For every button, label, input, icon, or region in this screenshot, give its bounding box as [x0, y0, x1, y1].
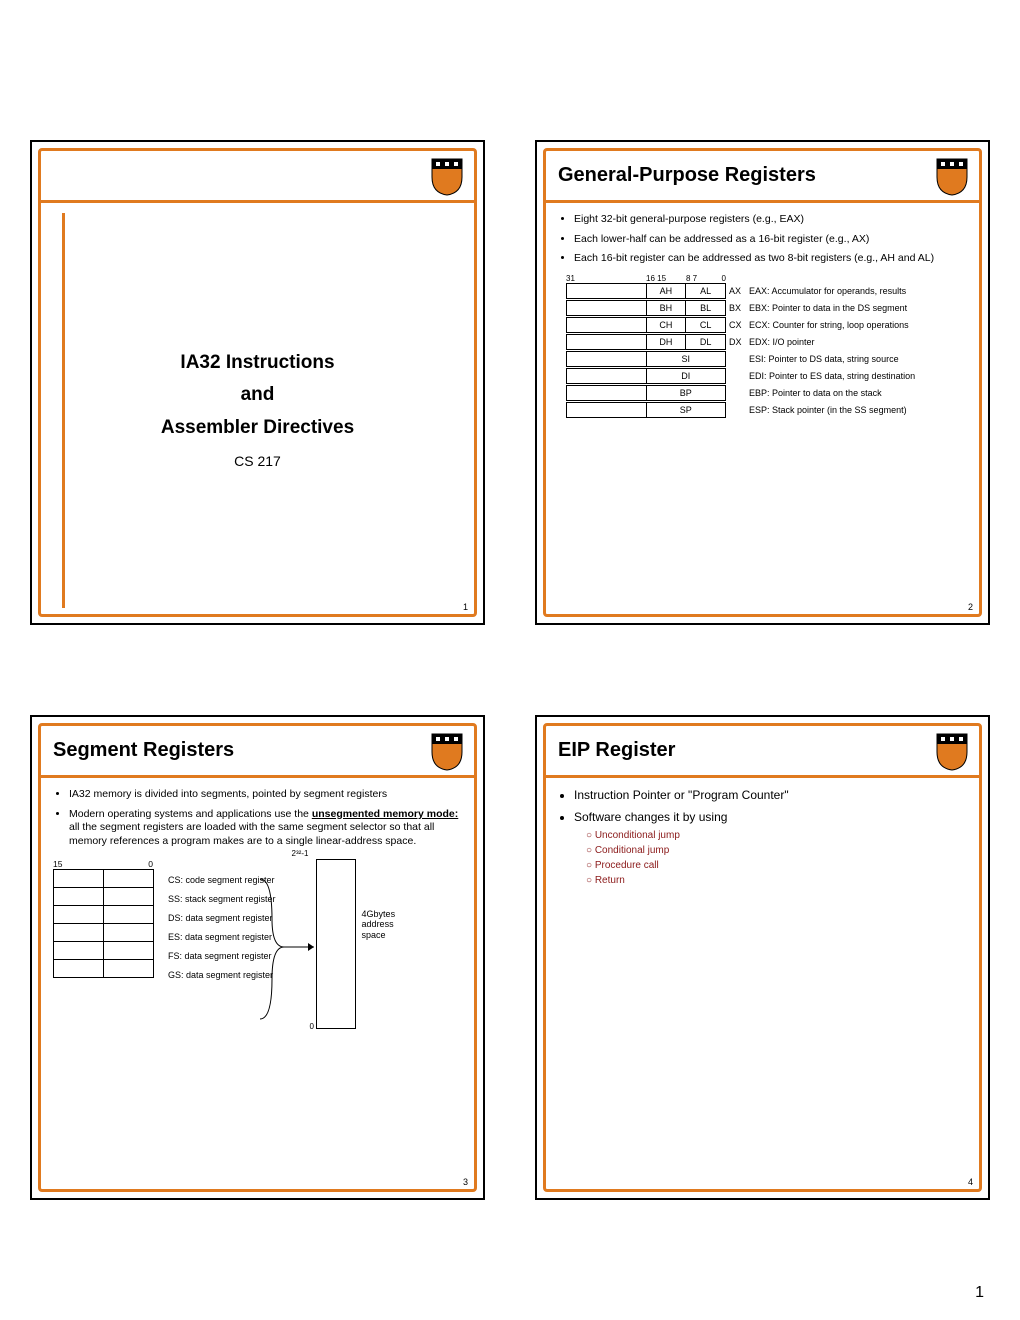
- reg-low: CL: [686, 318, 725, 332]
- seg-cell: [104, 959, 154, 977]
- sub-bullet: Procedure call: [586, 859, 967, 872]
- princeton-crest-icon: [935, 732, 969, 772]
- bullet: Eight 32-bit general-purpose registers (…: [574, 213, 967, 227]
- title-block: IA32 Instructions and Assembler Directiv…: [41, 203, 474, 614]
- bit-label: 0: [103, 859, 153, 869]
- seg-cell: [54, 887, 104, 905]
- reg-16: SP: [647, 403, 726, 417]
- title-line-1: IA32 Instructions: [180, 348, 334, 378]
- seg-cell: [54, 923, 104, 941]
- text: all the segment registers are loaded wit…: [69, 821, 434, 847]
- sub-bullet: Unconditional jump: [586, 829, 967, 842]
- seg-cell: [104, 869, 154, 887]
- segment-diagram: 15 0 CS: code segment registerSS: stack …: [53, 859, 462, 1029]
- reg-desc: EBP: Pointer to data on the stack: [749, 388, 882, 398]
- bit-label: 15: [53, 859, 103, 869]
- reg-high: AH: [647, 284, 687, 298]
- text: 4Gbytes: [362, 909, 396, 920]
- reg-low: BL: [686, 301, 725, 315]
- bullet: Instruction Pointer or "Program Counter": [574, 788, 967, 804]
- course-code: CS 217: [234, 453, 281, 469]
- page-number: 1: [975, 1284, 984, 1302]
- seg-cell: [54, 959, 104, 977]
- register-row: SI ESI: Pointer to DS data, string source: [558, 351, 967, 368]
- bullet: Each 16-bit register can be addressed as…: [574, 252, 967, 266]
- slide-number: 4: [968, 1177, 973, 1187]
- title-line-3: Assembler Directives: [161, 413, 354, 443]
- brace-icon: [258, 869, 318, 1029]
- register-row: BP EBP: Pointer to data on the stack: [558, 385, 967, 402]
- bit-label: 16 15: [646, 274, 686, 283]
- princeton-crest-icon: [430, 732, 464, 772]
- sub-bullet: Conditional jump: [586, 844, 967, 857]
- reg-desc: ECX: Counter for string, loop operations: [749, 320, 909, 330]
- reg-16name: BX: [729, 303, 745, 313]
- register-row: AHAL AX EAX: Accumulator for operands, res…: [558, 283, 967, 300]
- seg-cell: [104, 887, 154, 905]
- register-row: SP ESP: Stack pointer (in the SS segment): [558, 402, 967, 419]
- slide-number: 3: [463, 1177, 468, 1187]
- reg-desc: EBX: Pointer to data in the DS segment: [749, 303, 907, 313]
- reg-low: DL: [686, 335, 725, 349]
- seg-cell: [54, 905, 104, 923]
- reg-desc: ESI: Pointer to DS data, string source: [749, 354, 899, 364]
- slide-1: IA32 Instructions and Assembler Directiv…: [30, 140, 485, 625]
- register-row: DI EDI: Pointer to ES data, string destin…: [558, 368, 967, 385]
- seg-cell: [104, 941, 154, 959]
- seg-cell: [104, 905, 154, 923]
- reg-16: DI: [647, 369, 726, 383]
- text: address: [362, 919, 396, 930]
- seg-cell: [54, 941, 104, 959]
- text: Modern operating systems and application…: [69, 808, 312, 820]
- reg-16name: AX: [729, 286, 745, 296]
- princeton-crest-icon: [430, 157, 464, 197]
- address-space-box: [316, 859, 356, 1029]
- reg-desc: ESP: Stack pointer (in the SS segment): [749, 405, 907, 415]
- text: Software changes it by using: [574, 810, 727, 824]
- slide-2: General-Purpose Registers Eight 32-bit g…: [535, 140, 990, 625]
- sub-bullet: Return: [586, 874, 967, 887]
- addr-top-label: 2³²-1: [292, 849, 309, 858]
- register-row: BHBL BX EBX: Pointer to data in the DS seg…: [558, 300, 967, 317]
- slide-title: Segment Registers: [53, 739, 234, 762]
- slide-number: 1: [463, 602, 468, 612]
- reg-desc: EAX: Accumulator for operands, results: [749, 286, 906, 296]
- reg-desc: EDI: Pointer to ES data, string destinat…: [749, 371, 915, 381]
- bullet: Software changes it by using Uncondition…: [574, 810, 967, 888]
- slide-title: General-Purpose Registers: [558, 164, 816, 187]
- bit-label: 8 7: [686, 274, 710, 283]
- bullet: Modern operating systems and application…: [69, 808, 462, 849]
- reg-desc: EDX: I/O pointer: [749, 337, 815, 347]
- bit-label: 0: [710, 274, 726, 283]
- reg-high: BH: [647, 301, 687, 315]
- reg-high: CH: [647, 318, 687, 332]
- slide-3: Segment Registers IA32 memory is divided…: [30, 715, 485, 1200]
- reg-high: DH: [647, 335, 687, 349]
- register-row: CHCL CX ECX: Counter for string, loop oper…: [558, 317, 967, 334]
- reg-16name: CX: [729, 320, 745, 330]
- address-space-label: 4Gbytes address space: [362, 909, 396, 941]
- reg-16: SI: [647, 352, 726, 366]
- seg-cell: [104, 923, 154, 941]
- reg-16: BP: [647, 386, 726, 400]
- reg-low: AL: [686, 284, 725, 298]
- slide-number: 2: [968, 602, 973, 612]
- princeton-crest-icon: [935, 157, 969, 197]
- text: space: [362, 930, 396, 941]
- slide-title: EIP Register: [558, 739, 675, 762]
- register-table: 31 16 15 8 7 0 AHAL AX EAX: Accumulator fo…: [558, 274, 967, 419]
- bullet: Each lower-half can be addressed as a 16…: [574, 233, 967, 247]
- register-row: DHDL DX EDX: I/O pointer: [558, 334, 967, 351]
- segment-table: [53, 869, 154, 978]
- bit-label: 31: [566, 274, 646, 283]
- title-line-2: and: [241, 380, 275, 410]
- text: unsegmented memory mode:: [312, 808, 458, 820]
- slide-4: EIP Register Instruction Pointer or "Pro…: [535, 715, 990, 1200]
- seg-cell: [54, 869, 104, 887]
- reg-16name: DX: [729, 337, 745, 347]
- bullet: IA32 memory is divided into segments, po…: [69, 788, 462, 802]
